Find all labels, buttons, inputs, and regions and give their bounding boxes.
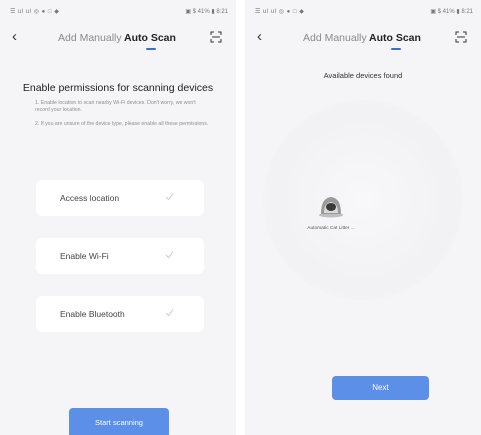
back-arrow-icon[interactable]: ‹	[257, 28, 262, 46]
status-left: ☰ ul ul ◎ ● □ ◆	[10, 9, 60, 15]
permissions-screen: ☰ ul ul ◎ ● □ ◆ ▣ $ 41% ▮ 8:21 ‹ Add Man…	[0, 0, 236, 435]
scan-results-screen: ☰ ul ul ◎ ● □ ◆ ▣ $ 41% ▮ 8:21 ‹ Add Man…	[245, 0, 481, 435]
status-right: ▣ $ 41% ▮ 8:21	[430, 9, 473, 15]
nav-bar: ‹ Add Manually Auto Scan	[0, 24, 236, 54]
permission-label: Access location	[60, 193, 120, 203]
screenshot-root: ☰ ul ul ◎ ● □ ◆ ▣ $ 41% ▮ 8:21 ‹ Add Man…	[0, 0, 481, 435]
check-icon	[165, 309, 174, 317]
start-scanning-button[interactable]: Start scanning	[69, 408, 169, 435]
cat-litter-device-icon[interactable]	[317, 194, 345, 218]
tab-auto-scan[interactable]: Auto Scan	[124, 32, 176, 44]
scan-icon[interactable]	[210, 31, 222, 43]
device-name: Automatic Cat Litter ...	[307, 226, 355, 231]
permission-label: Enable Wi-Fi	[60, 251, 109, 261]
tab-add-manually[interactable]: Add Manually	[303, 32, 367, 44]
permission-card-wifi[interactable]: Enable Wi-Fi	[36, 238, 204, 274]
devices-found-title: Available devices found	[323, 71, 403, 80]
permission-note-1: 1. Enable location to scan nearby Wi-Fi …	[35, 100, 196, 113]
back-arrow-icon[interactable]: ‹	[12, 28, 17, 46]
scan-icon[interactable]	[455, 31, 467, 43]
nav-bar: ‹ Add Manually Auto Scan	[245, 24, 481, 54]
tab-add-manually[interactable]: Add Manually	[58, 32, 122, 44]
check-icon	[165, 251, 174, 259]
check-icon	[165, 193, 174, 201]
status-bar: ☰ ul ul ◎ ● □ ◆ ▣ $ 41% ▮ 8:21	[245, 0, 481, 22]
permission-label: Enable Bluetooth	[60, 309, 125, 319]
tab-active-indicator	[391, 48, 401, 50]
status-right: ▣ $ 41% ▮ 8:21	[185, 9, 228, 15]
status-bar: ☰ ul ul ◎ ● □ ◆ ▣ $ 41% ▮ 8:21	[0, 0, 236, 22]
permission-card-location[interactable]: Access location	[36, 180, 204, 216]
scan-radar	[263, 100, 463, 300]
tab-active-indicator	[146, 48, 156, 50]
tab-auto-scan[interactable]: Auto Scan	[369, 32, 421, 44]
next-button[interactable]: Next	[332, 376, 429, 400]
permission-card-bluetooth[interactable]: Enable Bluetooth	[36, 296, 204, 332]
page-title: Enable permissions for scanning devices	[22, 82, 214, 94]
status-left: ☰ ul ul ◎ ● □ ◆	[255, 9, 305, 15]
permission-note-2: 2. If you are unsure of the device type,…	[35, 121, 209, 127]
